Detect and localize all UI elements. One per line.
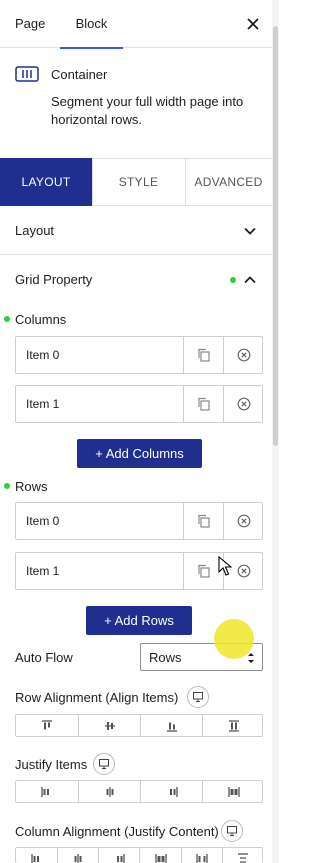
mouse-cursor-icon bbox=[218, 556, 232, 576]
justify-content-center-button[interactable] bbox=[57, 848, 98, 863]
desktop-icon bbox=[227, 826, 237, 836]
justify-content-space-around-button[interactable] bbox=[222, 848, 262, 863]
close-icon[interactable] bbox=[243, 14, 263, 34]
row-item[interactable]: Item 0 bbox=[15, 502, 263, 540]
duplicate-button[interactable] bbox=[183, 386, 223, 422]
align-start-button[interactable] bbox=[16, 715, 78, 736]
desktop-icon bbox=[193, 692, 203, 702]
copy-icon bbox=[198, 514, 210, 528]
space-between-icon bbox=[196, 854, 208, 863]
remove-circle-icon bbox=[237, 514, 251, 528]
responsive-device-button[interactable] bbox=[93, 753, 115, 775]
tab-page[interactable]: Page bbox=[15, 0, 45, 48]
duplicate-button[interactable] bbox=[183, 337, 223, 373]
remove-button[interactable] bbox=[223, 337, 263, 373]
rows-label: Rows bbox=[15, 479, 48, 494]
sidebar-header: Page Block bbox=[0, 0, 272, 49]
justify-content-start-button[interactable] bbox=[16, 848, 57, 863]
duplicate-button[interactable] bbox=[183, 553, 223, 589]
align-middle-icon bbox=[104, 722, 115, 730]
scrollbar-thumb[interactable] bbox=[273, 26, 278, 446]
panel-layout-toggle[interactable]: Layout bbox=[0, 207, 272, 255]
container-block-icon bbox=[15, 66, 39, 82]
remove-circle-icon bbox=[237, 564, 251, 578]
justify-stretch-button[interactable] bbox=[202, 781, 264, 802]
duplicate-button[interactable] bbox=[183, 503, 223, 539]
row-alignment-control bbox=[15, 714, 263, 737]
scrollbar-track[interactable] bbox=[272, 0, 279, 863]
auto-flow-value: Rows bbox=[149, 650, 182, 665]
cursor-highlight bbox=[214, 619, 254, 659]
justify-end-button[interactable] bbox=[140, 781, 202, 802]
changed-indicator-dot bbox=[230, 277, 236, 283]
justify-items-label: Justify Items bbox=[15, 757, 88, 772]
add-rows-button[interactable]: + Add Rows bbox=[86, 606, 192, 635]
remove-button[interactable] bbox=[223, 503, 263, 539]
responsive-device-button[interactable] bbox=[221, 820, 243, 842]
panel-grid-property-title: Grid Property bbox=[15, 272, 93, 287]
justify-items-control bbox=[15, 780, 263, 803]
copy-icon bbox=[198, 348, 210, 362]
block-name: Container bbox=[51, 67, 108, 82]
settings-tabs: LAYOUT STYLE ADVANCED bbox=[0, 158, 272, 206]
align-end-button[interactable] bbox=[140, 715, 202, 736]
justify-left-icon bbox=[41, 787, 49, 797]
remove-circle-icon bbox=[237, 348, 251, 362]
justify-content-center-icon bbox=[74, 854, 82, 863]
columns-label: Columns bbox=[15, 312, 67, 327]
copy-icon bbox=[198, 397, 210, 411]
justify-content-stretch-button[interactable] bbox=[139, 848, 181, 863]
tab-layout[interactable]: LAYOUT bbox=[0, 158, 92, 206]
justify-content-end-button[interactable] bbox=[98, 848, 139, 863]
column-item-label: Item 1 bbox=[26, 397, 60, 411]
chevron-down-icon bbox=[244, 227, 256, 235]
column-item[interactable]: Item 0 bbox=[15, 336, 263, 374]
remove-circle-icon bbox=[237, 397, 251, 411]
column-alignment-label: Column Alignment (Justify Content) bbox=[15, 824, 219, 839]
column-alignment-control bbox=[15, 847, 263, 863]
justify-content-stretch-icon bbox=[154, 854, 167, 863]
space-around-icon bbox=[237, 853, 248, 863]
align-center-button[interactable] bbox=[78, 715, 140, 736]
justify-stretch-icon bbox=[227, 787, 240, 797]
align-top-icon bbox=[42, 720, 52, 730]
row-alignment-label: Row Alignment (Align Items) bbox=[15, 690, 179, 705]
justify-center-button[interactable] bbox=[78, 781, 140, 802]
responsive-device-button[interactable] bbox=[187, 686, 209, 708]
chevron-up-icon bbox=[244, 276, 256, 284]
rows-indicator-dot bbox=[4, 483, 10, 489]
tab-block[interactable]: Block bbox=[60, 0, 123, 49]
columns-indicator-dot bbox=[4, 316, 10, 322]
tab-advanced[interactable]: ADVANCED bbox=[185, 159, 272, 205]
tab-style[interactable]: STYLE bbox=[92, 159, 185, 205]
align-stretch-button[interactable] bbox=[202, 715, 264, 736]
justify-content-end-icon bbox=[117, 854, 125, 863]
block-description: Segment your full width page into horizo… bbox=[51, 94, 244, 127]
desktop-icon bbox=[99, 759, 109, 769]
justify-center-icon bbox=[106, 787, 113, 797]
column-item-label: Item 0 bbox=[26, 348, 60, 362]
row-item-label: Item 0 bbox=[26, 514, 60, 528]
justify-content-start-icon bbox=[30, 854, 39, 863]
panel-layout-title: Layout bbox=[15, 223, 55, 238]
align-stretch-icon bbox=[228, 720, 239, 732]
justify-right-icon bbox=[169, 787, 178, 797]
remove-button[interactable] bbox=[223, 386, 263, 422]
column-item[interactable]: Item 1 bbox=[15, 385, 263, 423]
justify-start-button[interactable] bbox=[16, 781, 78, 802]
justify-content-space-between-button[interactable] bbox=[181, 848, 222, 863]
auto-flow-label: Auto Flow bbox=[15, 650, 73, 665]
copy-icon bbox=[198, 564, 210, 578]
row-item-label: Item 1 bbox=[26, 564, 60, 578]
panel-grid-property-toggle[interactable]: Grid Property bbox=[0, 256, 272, 304]
add-columns-button[interactable]: + Add Columns bbox=[77, 439, 202, 468]
align-bottom-icon bbox=[166, 722, 177, 732]
